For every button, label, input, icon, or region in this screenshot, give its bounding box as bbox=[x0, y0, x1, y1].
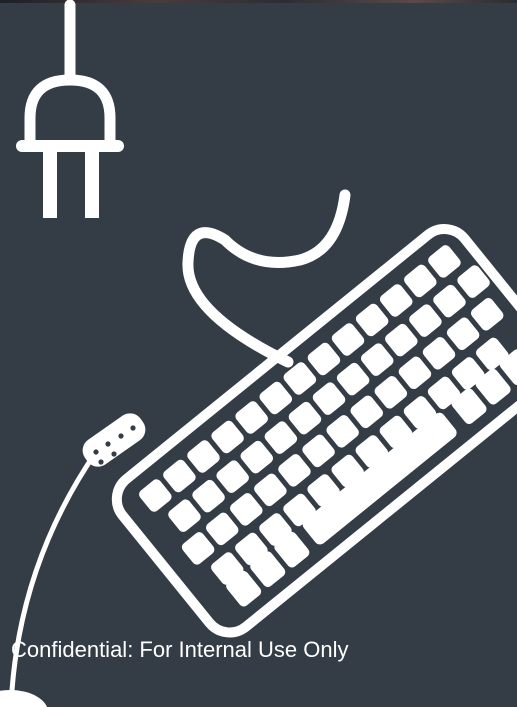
tech-illustration bbox=[0, 0, 517, 707]
power-plug-icon bbox=[16, 0, 124, 218]
mouse-body bbox=[0, 690, 47, 707]
photo-canvas: Confidential: For Internal Use Only bbox=[0, 0, 517, 707]
confidential-watermark: Confidential: For Internal Use Only bbox=[11, 637, 349, 662]
keyboard-icon bbox=[111, 224, 517, 638]
keyboard-cable bbox=[182, 189, 351, 368]
